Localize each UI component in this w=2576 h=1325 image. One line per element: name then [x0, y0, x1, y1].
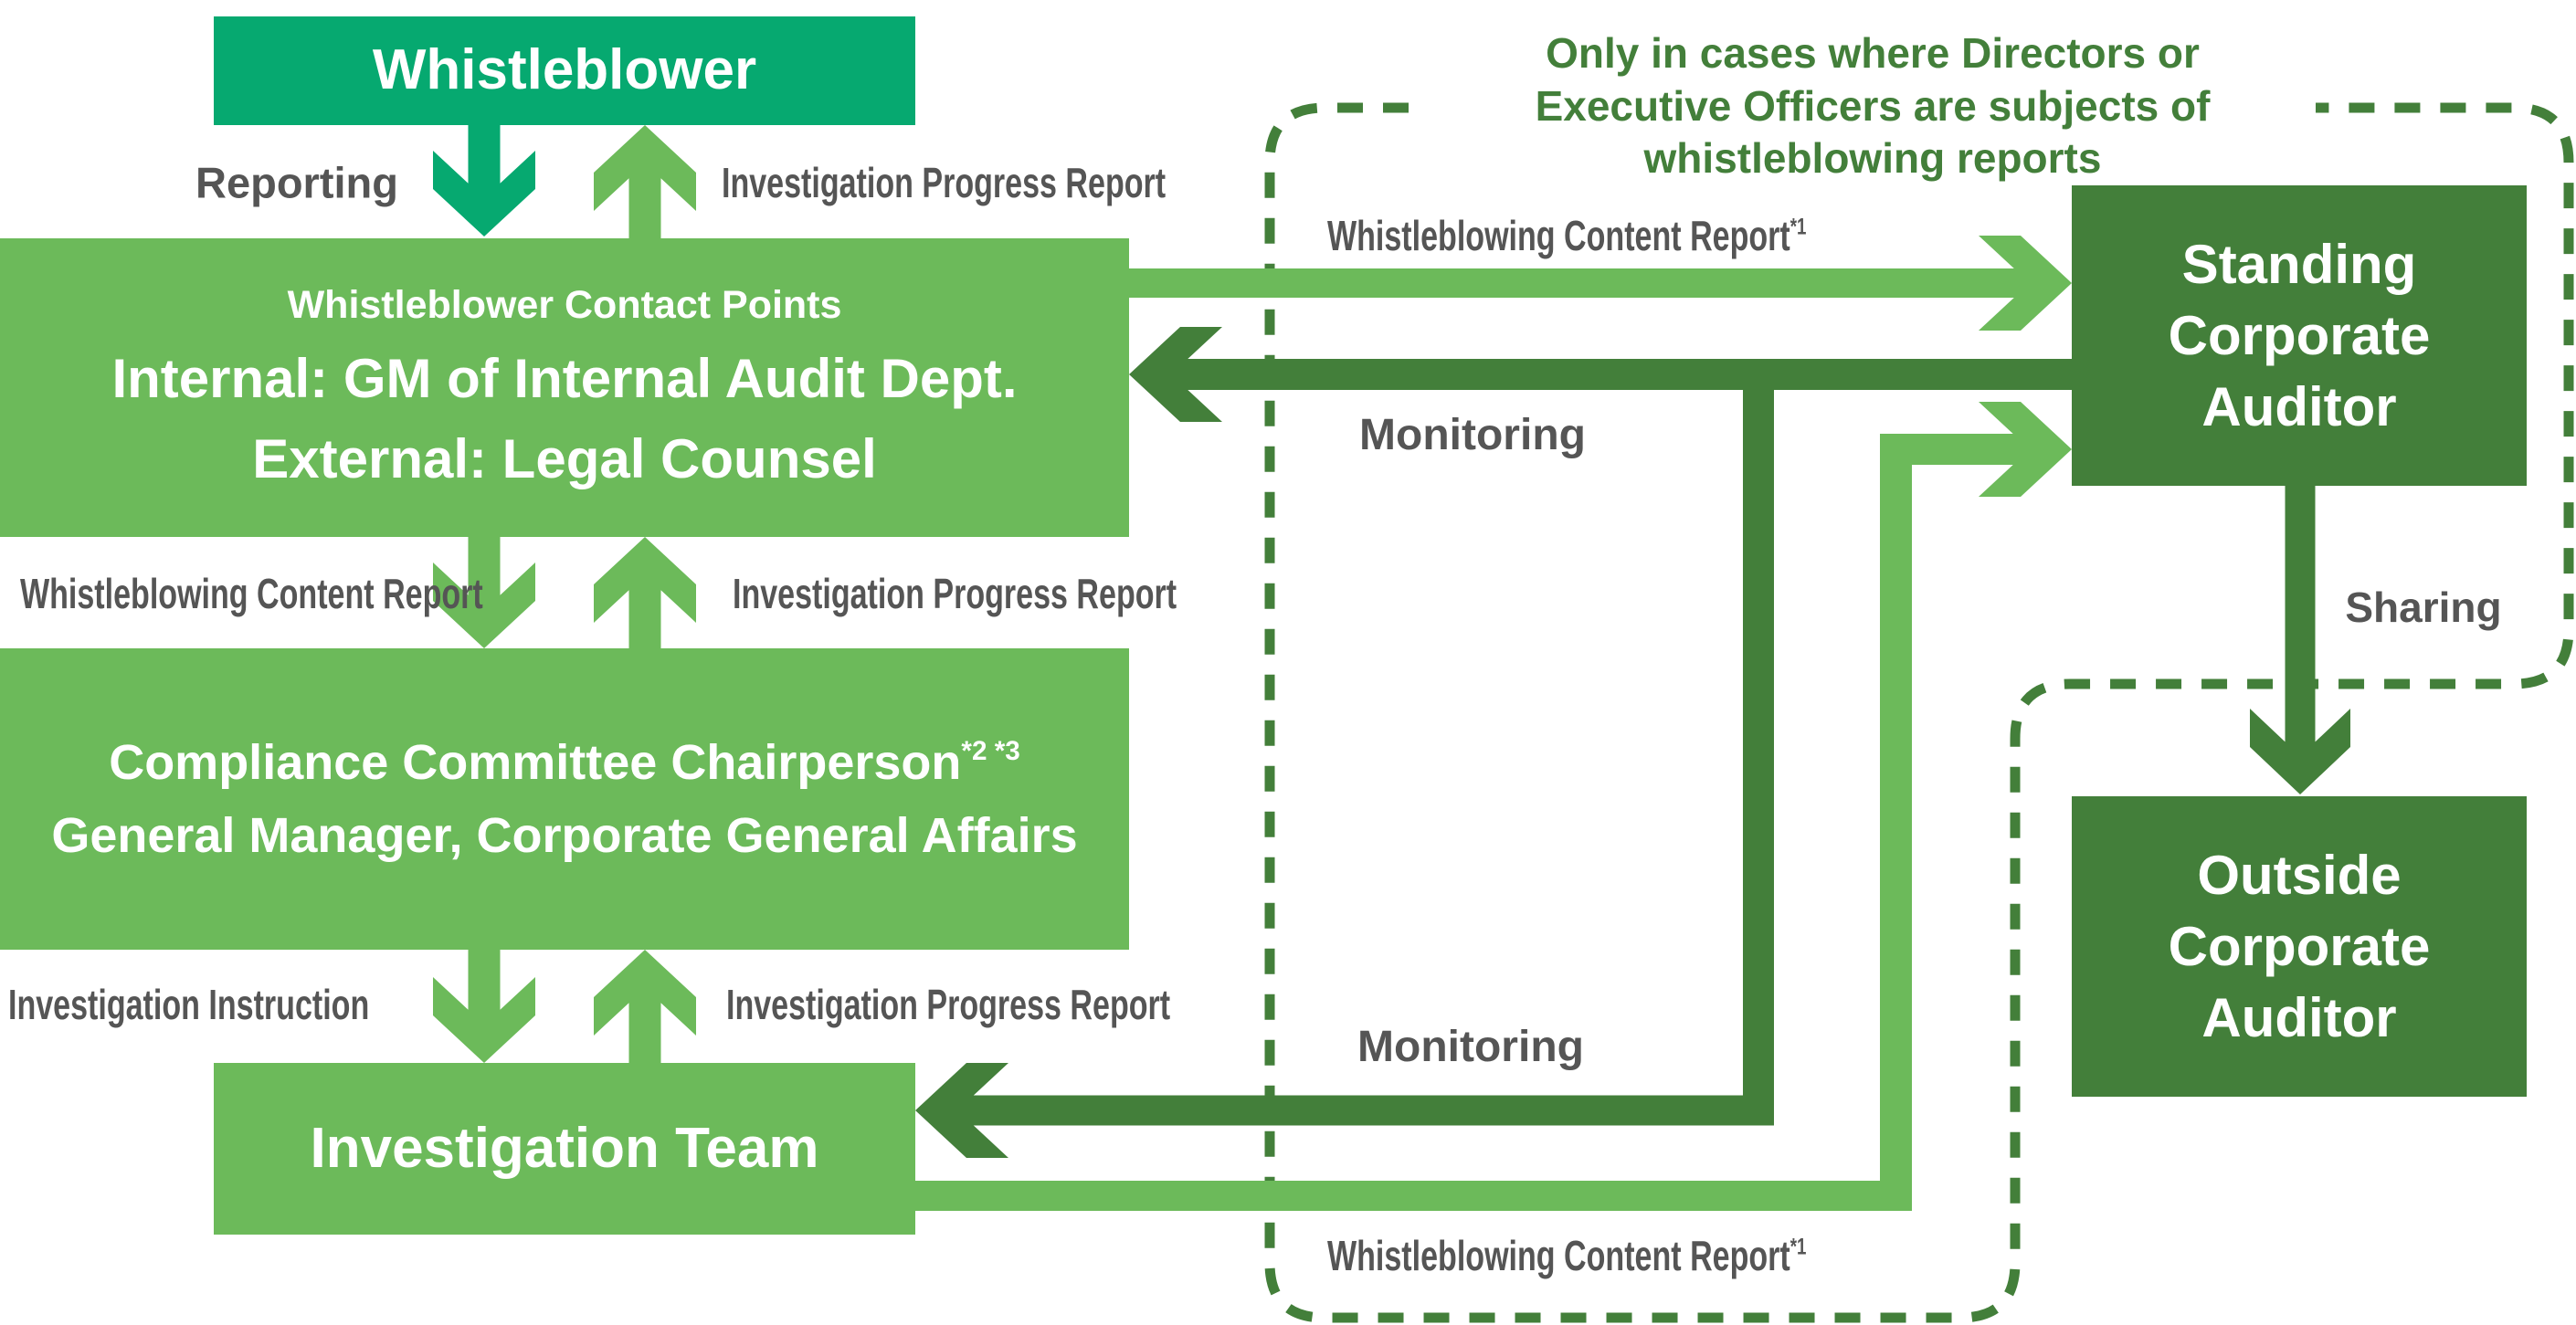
progress-report-arrow-1	[594, 125, 696, 238]
reporting-arrow	[433, 125, 535, 237]
contact-external: External: Legal Counsel	[252, 428, 877, 490]
investigation-team-label: Investigation Team	[310, 1116, 819, 1180]
compliance-chairperson-label: Compliance Committee Chairperson	[109, 734, 962, 790]
standing-auditor-line: Auditor	[2201, 375, 2397, 437]
progress-report-label-1: Investigation Progress Report	[722, 159, 1167, 206]
reporting-label: Reporting	[195, 158, 398, 207]
outside-auditor-text: Outside Corporate Auditor	[2072, 796, 2527, 1097]
progress-report-label-2: Investigation Progress Report	[733, 570, 1177, 617]
content-report-label-left: Whistleblowing Content Report	[20, 570, 483, 617]
sharing-arrow	[2250, 486, 2350, 794]
progress-report-arrow-3	[594, 950, 696, 1063]
content-report-top-text: Whistleblowing Content Report	[1327, 212, 1790, 259]
monitoring-label-top: Monitoring	[1359, 411, 1586, 459]
whistleblower-box-label: Whistleblower	[372, 38, 757, 102]
monitoring-arrow-bottom	[915, 1063, 1774, 1158]
footnote-mark: *1	[1789, 214, 1807, 240]
whistleblowing-flow-diagram: Whistleblower Whistleblower Contact Poin…	[0, 0, 2576, 1325]
content-report-connector-vertical	[1880, 435, 1912, 1211]
compliance-box-text: Compliance Committee Chairperson*2 *3 Ge…	[0, 648, 1129, 950]
progress-report-label-3: Investigation Progress Report	[726, 981, 1171, 1028]
monitoring-connector-vertical	[1743, 359, 1774, 1125]
outside-auditor-line: Corporate	[2168, 915, 2431, 977]
content-report-label-top: Whistleblowing Content Report*1	[1327, 215, 1806, 257]
content-report-connector-horizontal	[915, 1181, 1912, 1211]
monitoring-label-bottom: Monitoring	[1357, 1023, 1584, 1071]
contact-internal: Internal: GM of Internal Audit Dept.	[111, 348, 1018, 410]
region-note-line: Only in cases where Directors or	[1546, 29, 2200, 77]
footnote-mark: *1	[1789, 1234, 1807, 1260]
progress-report-arrow-2	[594, 537, 696, 648]
investigation-instruction-arrow	[433, 950, 535, 1063]
footnote-marks: *2 *3	[961, 736, 1020, 767]
contact-points-title: Whistleblower Contact Points	[287, 282, 842, 327]
outside-auditor-line: Auditor	[2201, 986, 2397, 1048]
region-note: Only in cases where Directors or Executi…	[1425, 27, 2320, 185]
region-note-line: whistleblowing reports	[1643, 134, 2102, 182]
standing-auditor-text: Standing Corporate Auditor	[2072, 185, 2527, 486]
sharing-label: Sharing	[2345, 584, 2502, 631]
compliance-chairperson: Compliance Committee Chairperson*2 *3	[109, 731, 1020, 794]
region-note-line: Executive Officers are subjects of	[1535, 81, 2211, 130]
investigation-instruction-label: Investigation Instruction	[8, 981, 370, 1028]
standing-auditor-line: Standing	[2181, 233, 2417, 295]
standing-auditor-line: Corporate	[2168, 304, 2431, 366]
outside-auditor-line: Outside	[2197, 844, 2402, 906]
contact-points-box-text: Whistleblower Contact Points Internal: G…	[0, 238, 1129, 537]
content-report-bottom-text: Whistleblowing Content Report	[1327, 1232, 1790, 1279]
content-report-label-bottom: Whistleblowing Content Report*1	[1327, 1235, 1806, 1277]
compliance-gm: General Manager, Corporate General Affai…	[51, 808, 1078, 863]
